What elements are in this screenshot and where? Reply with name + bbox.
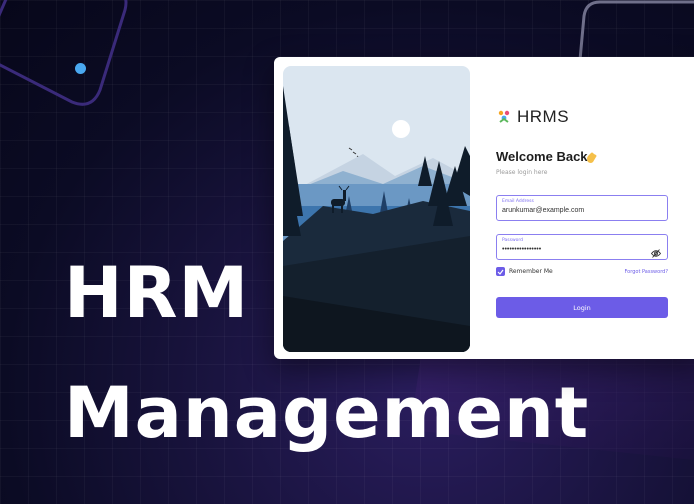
email-input[interactable]: arunkumar@example.com (502, 207, 584, 214)
brand-name: HRMS (517, 107, 570, 126)
landscape-illustration (283, 66, 470, 352)
welcome-subtitle: Please login here (496, 169, 548, 176)
email-field[interactable]: Email Address arunkumar@example.com (496, 195, 668, 221)
password-input[interactable]: •••••••••••••••• (502, 246, 541, 253)
forgot-password-link[interactable]: Forgot Password? (624, 269, 668, 275)
password-label: Password (502, 238, 524, 243)
password-field[interactable]: Password •••••••••••••••• (496, 234, 668, 260)
remember-me-label: Remember Me (509, 268, 553, 275)
login-form: HRMS Welcome Back Please login here Emai… (496, 57, 670, 359)
remember-me[interactable]: Remember Me (496, 267, 553, 276)
headline-line-2: Management (64, 372, 590, 454)
login-button[interactable]: Login (496, 297, 668, 318)
brand: HRMS (496, 107, 569, 127)
hrms-logo-icon (498, 110, 510, 123)
waving-hand-icon (585, 149, 598, 168)
eye-off-icon[interactable] (650, 243, 662, 262)
welcome-heading: Welcome Back (496, 149, 588, 164)
email-label: Email Address (502, 199, 534, 204)
headline-line-1: HRM (64, 252, 250, 334)
login-card: HRMS Welcome Back Please login here Emai… (274, 57, 694, 359)
checkbox-checked-icon[interactable] (496, 267, 505, 276)
